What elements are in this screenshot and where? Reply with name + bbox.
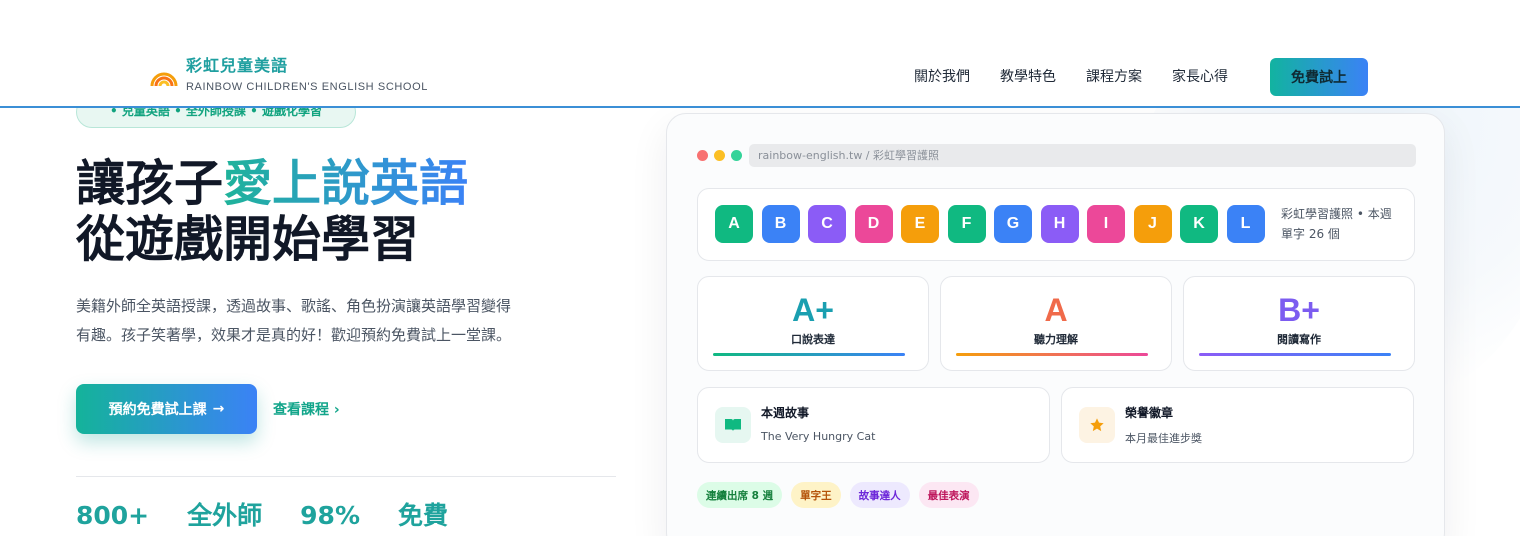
desc-line1: 美籍外師全英語授課，透過故事、歌謠、角色扮演讓英語學習變得 — [76, 297, 512, 315]
logo-title: 彩虹兒童美語 — [186, 56, 289, 75]
grade-card-reading: B+ 閱讀寫作 — [1183, 276, 1415, 371]
nav-about[interactable]: 關於我們 — [914, 67, 970, 87]
rainbow-logo-icon — [150, 72, 178, 86]
honor-subtitle: 本月最佳進步獎 — [1125, 432, 1202, 445]
grade-bar — [956, 353, 1148, 356]
hero-headline: 讓孩子愛上說英語 從遊戲開始學習 — [76, 156, 468, 268]
stat-students: 800+ — [76, 501, 150, 530]
grade-label: 口說表達 — [791, 333, 835, 346]
story-subtitle: The Very Hungry Cat — [761, 430, 876, 443]
story-card[interactable]: 本週故事 The Very Hungry Cat — [697, 387, 1050, 463]
grade-value: A — [1044, 292, 1068, 328]
view-courses-link[interactable]: 查看課程 › — [273, 399, 340, 419]
letters-card: ABCDEFGHIJKL 彩虹學習護照 • 本週單字 26 個 — [697, 188, 1415, 261]
honor-card[interactable]: 榮譽徽章 本月最佳進步獎 — [1061, 387, 1414, 463]
achievement-badge: 連續出席 8 週 — [697, 482, 783, 508]
grade-label: 閱讀寫作 — [1277, 333, 1321, 346]
grade-card-speaking: A+ 口說表達 — [697, 276, 929, 371]
star-icon — [1079, 407, 1115, 443]
letter-tile[interactable]: A — [715, 205, 753, 243]
letter-tile[interactable]: C — [808, 205, 846, 243]
app-window-mockup: rainbow-english.tw / 彩虹學習護照 ABCDEFGHIJKL… — [666, 113, 1445, 536]
grade-value: A+ — [792, 292, 834, 328]
letter-tile[interactable]: G — [994, 205, 1032, 243]
letter-tile[interactable]: E — [901, 205, 939, 243]
headline-prefix: 讓孩子 — [76, 155, 224, 212]
letter-tile[interactable]: L — [1226, 205, 1265, 243]
close-dot-icon — [697, 150, 708, 161]
nav-testimonials[interactable]: 家長心得 — [1172, 67, 1228, 87]
letter-tile[interactable]: I — [1087, 205, 1125, 243]
achievement-badge: 最佳表演 — [918, 482, 979, 508]
logo-subtitle: RAINBOW CHILDREN'S ENGLISH SCHOOL — [186, 81, 428, 93]
url-bar: rainbow-english.tw / 彩虹學習護照 — [749, 144, 1416, 167]
logo[interactable]: 彩虹兒童美語 RAINBOW CHILDREN'S ENGLISH SCHOOL — [150, 56, 428, 93]
grade-label: 聽力理解 — [1034, 333, 1078, 346]
headline-accent: 愛上說英語 — [223, 155, 469, 212]
letter-tiles: ABCDEFGHIJKL — [715, 205, 1273, 243]
grade-value: B+ — [1278, 292, 1320, 328]
headline-line2: 從遊戲開始學習 — [76, 211, 420, 268]
letter-tile[interactable]: H — [1040, 205, 1079, 243]
grade-card-listening: A 聽力理解 — [940, 276, 1172, 371]
letter-tile[interactable]: K — [1180, 205, 1218, 243]
letter-tile[interactable]: B — [761, 205, 800, 243]
achievement-badges: 連續出席 8 週單字王 故事達人 最佳表演 — [697, 482, 988, 508]
stat-free: 免費 — [398, 501, 449, 530]
free-trial-button[interactable]: 免費試上 — [1270, 58, 1368, 96]
stat-teachers: 全外師 — [187, 501, 263, 530]
book-trial-button[interactable]: 預約免費試上課 → — [76, 384, 257, 434]
passport-note: 彩虹學習護照 • 本週單字 26 個 — [1281, 207, 1392, 241]
hero-description: 美籍外師全英語授課，透過故事、歌謠、角色扮演讓英語學習變得 有趣。孩子笑著學，效… — [76, 292, 576, 350]
nav-features[interactable]: 教學特色 — [1000, 67, 1056, 87]
letter-tile[interactable]: D — [854, 205, 893, 243]
maximize-dot-icon — [731, 150, 742, 161]
minimize-dot-icon — [714, 150, 725, 161]
letter-tile[interactable]: J — [1133, 205, 1172, 243]
achievement-badge: 單字王 — [791, 482, 841, 508]
site-header: 彩虹兒童美語 RAINBOW CHILDREN'S ENGLISH SCHOOL… — [0, 0, 1520, 108]
letter-tile[interactable]: F — [947, 205, 986, 243]
stats-row: 800+ 全外師 98% 免費 — [76, 498, 486, 534]
grade-bar — [1199, 353, 1391, 356]
stat-satisfaction: 98% — [300, 501, 360, 530]
book-trial-label: 預約免費試上課 — [108, 402, 207, 418]
window-controls — [697, 150, 748, 161]
main-nav: 關於我們 教學特色 課程方案 家長心得 — [914, 67, 1258, 87]
grade-bar — [713, 353, 905, 356]
desc-line2: 有趣。孩子笑著學，效果才是真的好！歡迎預約免費試上一堂課。 — [76, 326, 512, 344]
divider — [76, 476, 616, 477]
achievement-badge: 故事達人 — [849, 482, 910, 508]
book-icon — [715, 407, 751, 443]
nav-courses[interactable]: 課程方案 — [1086, 67, 1142, 87]
honor-title: 榮譽徽章 — [1125, 406, 1174, 420]
arrow-right-icon: → — [212, 401, 225, 417]
story-title: 本週故事 — [761, 406, 810, 420]
